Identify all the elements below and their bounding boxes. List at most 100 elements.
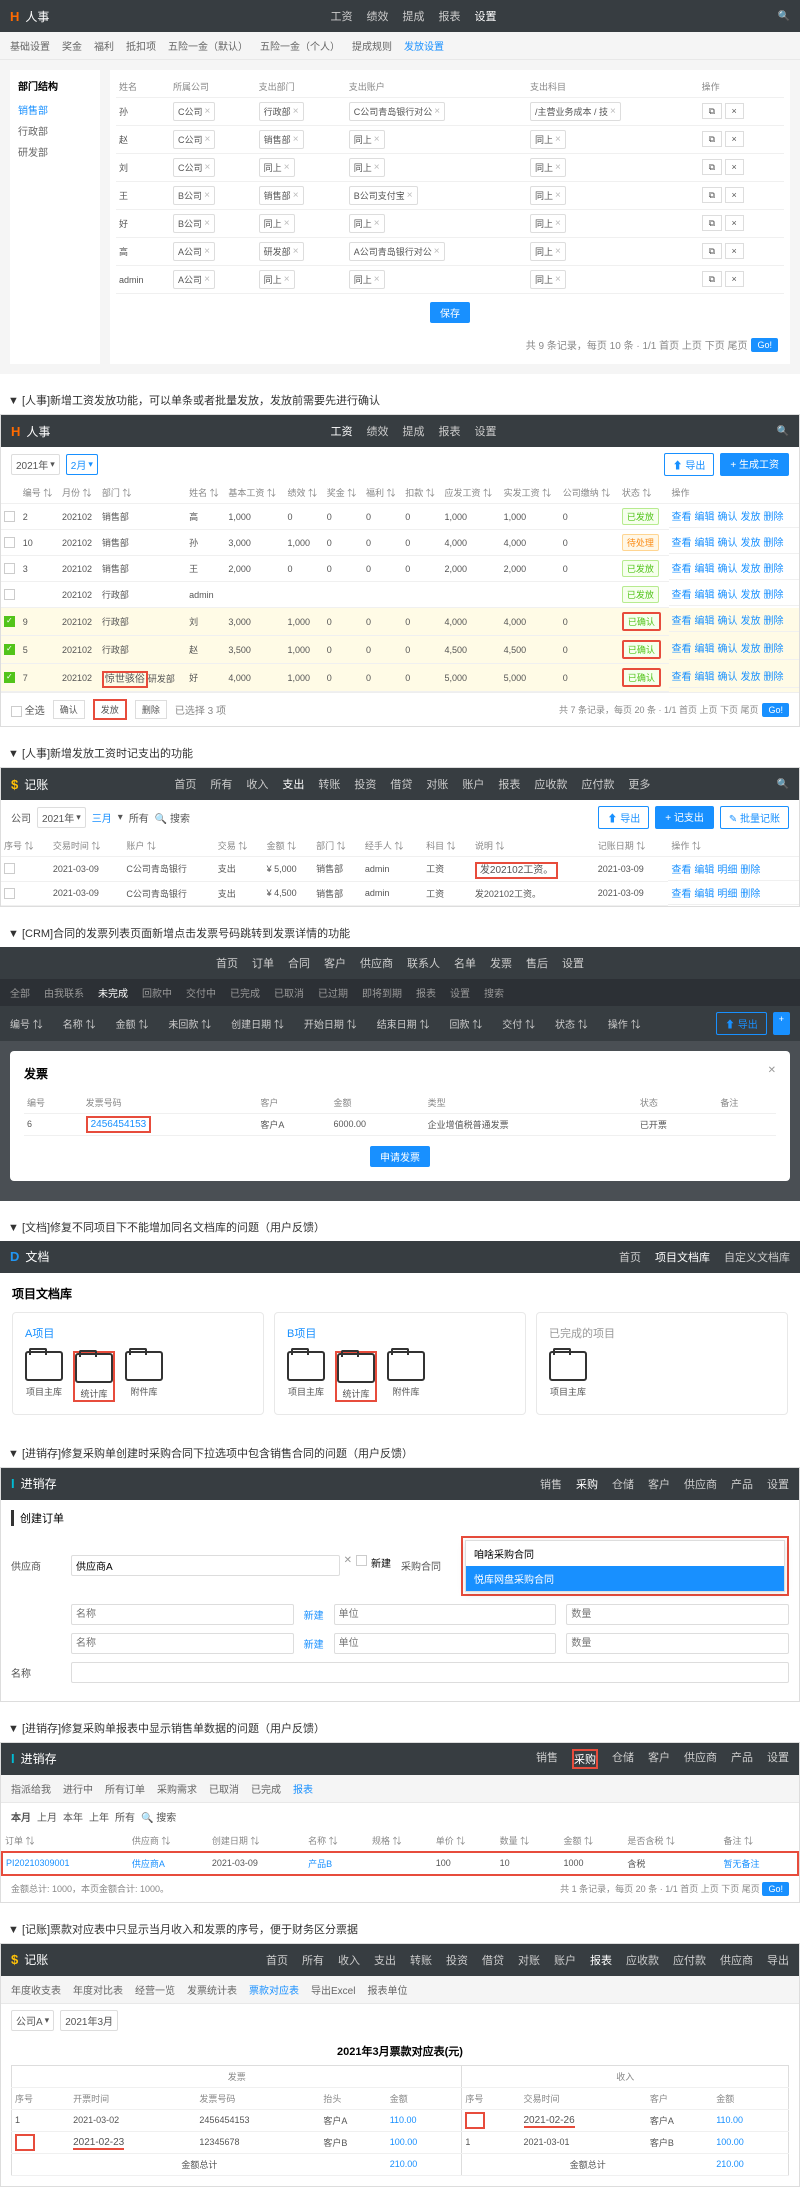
menu-item[interactable]: 设置 xyxy=(474,8,496,24)
action-link[interactable]: 编辑 xyxy=(694,885,714,900)
company-select[interactable]: 公司A ▾ xyxy=(11,2010,54,2031)
menu-item[interactable]: 奖金 xyxy=(62,38,82,53)
apply-invoice-button[interactable]: 申请发票 xyxy=(370,1146,430,1167)
col-header[interactable]: 单价 ⇅ xyxy=(433,1830,497,1852)
date-tab[interactable]: 本年 xyxy=(63,1809,83,1824)
col-header[interactable]: 编号 ⇅ xyxy=(20,482,59,504)
action-link[interactable]: 查看 xyxy=(671,885,691,900)
delete-button[interactable]: × xyxy=(725,103,744,119)
menu-item[interactable]: 投资 xyxy=(446,1952,468,1968)
subnav-item[interactable]: 回款中 xyxy=(142,985,172,1000)
subnav-item[interactable]: 票款对应表 xyxy=(249,1982,299,1997)
delete-button[interactable]: × xyxy=(725,131,744,147)
delete-button[interactable]: × xyxy=(725,159,744,175)
menu-item[interactable]: 抵扣项 xyxy=(126,38,156,53)
contract-dropdown[interactable]: 咱啥采购合同 悦库网盘采购合同 xyxy=(461,1536,789,1596)
folder-item[interactable]: 附件库 xyxy=(125,1351,163,1402)
action-link[interactable]: 删除 xyxy=(764,640,784,655)
subnav-item[interactable]: 已完成 xyxy=(230,985,260,1000)
subnav-item[interactable]: 导出Excel xyxy=(311,1982,355,1997)
menu-item[interactable]: 项目文档库 xyxy=(655,1249,710,1265)
subnav-item[interactable]: 采购需求 xyxy=(157,1781,197,1796)
row-checkbox[interactable] xyxy=(4,863,15,874)
subnav-item[interactable]: 所有订单 xyxy=(105,1781,145,1796)
generate-button[interactable]: + 生成工资 xyxy=(720,453,789,476)
menu-item[interactable]: 五险一金（个人） xyxy=(260,38,340,53)
invoice-number-link[interactable]: 2456454153 xyxy=(86,1116,152,1133)
action-link[interactable]: 发放 xyxy=(741,534,761,549)
subnav-item[interactable]: 已完成 xyxy=(251,1781,281,1796)
go-button[interactable]: Go! xyxy=(762,703,789,717)
action-link[interactable]: 发放 xyxy=(741,560,761,575)
action-link[interactable]: 确认 xyxy=(718,640,738,655)
date-tab[interactable]: 上年 xyxy=(89,1809,109,1824)
menu-item[interactable]: 账户 xyxy=(554,1952,576,1968)
action-link[interactable]: 查看 xyxy=(672,668,692,683)
subnav-item[interactable]: 全部 xyxy=(10,985,30,1000)
subnav-item[interactable]: 已取消 xyxy=(209,1781,239,1796)
col-header[interactable]: 结束日期 ⇅ xyxy=(377,1016,430,1031)
action-link[interactable]: 确认 xyxy=(718,586,738,601)
menu-item[interactable]: 供应商 xyxy=(360,955,393,971)
select-all-checkbox[interactable] xyxy=(11,706,22,717)
menu-item[interactable]: 设置 xyxy=(767,1749,789,1769)
subnav-item[interactable]: 由我联系 xyxy=(44,985,84,1000)
search-icon[interactable]: 🔍 xyxy=(778,11,790,22)
menu-item[interactable]: 工资 xyxy=(330,8,352,24)
action-link[interactable]: 发放 xyxy=(741,612,761,627)
new-supplier-checkbox[interactable] xyxy=(356,1555,367,1566)
action-link[interactable]: 编辑 xyxy=(695,668,715,683)
export-button[interactable]: ⬆ 导出 xyxy=(664,453,715,476)
menu-item[interactable]: 首页 xyxy=(174,776,196,792)
menu-item[interactable]: 产品 xyxy=(731,1749,753,1769)
menu-item[interactable]: 销售 xyxy=(540,1476,562,1492)
menu-item[interactable]: 仓储 xyxy=(612,1476,634,1492)
col-header[interactable]: 交易时间 ⇅ xyxy=(50,835,124,857)
action-link[interactable]: 删除 xyxy=(764,668,784,683)
export-button[interactable]: ⬆ 导出 xyxy=(598,806,649,829)
action-link[interactable]: 删除 xyxy=(764,612,784,627)
col-header[interactable]: 公司缴纳 ⇅ xyxy=(560,482,619,504)
menu-item[interactable]: 发放设置 xyxy=(404,38,444,53)
row-checkbox[interactable] xyxy=(4,672,15,683)
subnav-item[interactable]: 指派给我 xyxy=(11,1781,51,1796)
menu-item[interactable]: 提成 xyxy=(402,8,424,24)
add-button[interactable]: + xyxy=(773,1012,790,1035)
menu-item[interactable]: 首页 xyxy=(266,1952,288,1968)
col-header[interactable]: 未回款 ⇅ xyxy=(168,1016,211,1031)
row-checkbox[interactable] xyxy=(4,644,15,655)
menu-item[interactable]: 设置 xyxy=(767,1476,789,1492)
action-link[interactable]: 查看 xyxy=(672,586,692,601)
subnav-item[interactable]: 发票统计表 xyxy=(187,1982,237,1997)
col-header[interactable]: 回款 ⇅ xyxy=(449,1016,482,1031)
subnav-item[interactable]: 进行中 xyxy=(63,1781,93,1796)
action-link[interactable]: 编辑 xyxy=(695,640,715,655)
copy-button[interactable]: ⧉ xyxy=(702,243,722,259)
add-link[interactable]: 新建 xyxy=(304,1607,324,1622)
menu-item[interactable]: 提成 xyxy=(402,423,424,439)
action-link[interactable]: 确认 xyxy=(718,560,738,575)
copy-button[interactable]: ⧉ xyxy=(702,187,722,203)
menu-item[interactable]: 售后 xyxy=(526,955,548,971)
col-header[interactable]: 编号 ⇅ xyxy=(10,1016,43,1031)
menu-item[interactable]: 转账 xyxy=(318,776,340,792)
col-header[interactable]: 操作 ⇅ xyxy=(608,1016,641,1031)
copy-button[interactable]: ⧉ xyxy=(702,159,722,175)
search-icon[interactable]: 🔍 搜索 xyxy=(155,810,190,825)
menu-item[interactable]: 供应商 xyxy=(684,1476,717,1492)
menu-item[interactable]: 更多 xyxy=(628,776,650,792)
copy-button[interactable]: ⧉ xyxy=(702,271,722,287)
menu-item[interactable]: 绩效 xyxy=(366,423,388,439)
delete-button[interactable]: × xyxy=(725,271,744,287)
search-icon[interactable]: 🔍 xyxy=(777,426,789,437)
menu-item[interactable]: 应收款 xyxy=(626,1952,659,1968)
subnav-item[interactable]: 交付中 xyxy=(186,985,216,1000)
menu-item[interactable]: 销售 xyxy=(536,1749,558,1769)
col-header[interactable]: 记账日期 ⇅ xyxy=(595,835,669,857)
col-header[interactable]: 序号 ⇅ xyxy=(1,835,50,857)
menu-item[interactable]: 支出 xyxy=(282,776,304,792)
menu-item[interactable]: 对账 xyxy=(518,1952,540,1968)
col-header[interactable]: 金额 ⇅ xyxy=(560,1830,624,1852)
folder-item[interactable]: 项目主库 xyxy=(287,1351,325,1402)
col-header[interactable]: 扣款 ⇅ xyxy=(402,482,441,504)
